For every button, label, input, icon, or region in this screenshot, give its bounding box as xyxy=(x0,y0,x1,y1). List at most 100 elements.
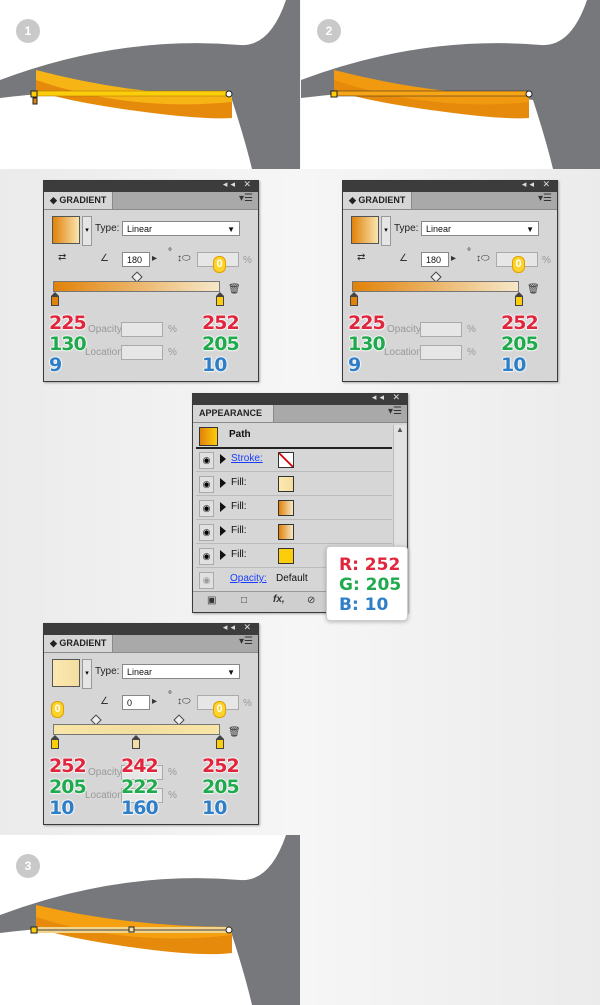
angle-field[interactable]: 180 xyxy=(122,252,150,267)
location-field[interactable] xyxy=(420,345,462,360)
list-item[interactable]: ◉ Fill: xyxy=(196,473,392,496)
stop-2-green-value: 205 xyxy=(202,333,241,356)
swatch-dropdown[interactable]: ▾ xyxy=(381,216,391,246)
step-number-badge: 1 xyxy=(16,19,40,43)
list-item[interactable]: ◉ Stroke: xyxy=(196,449,392,472)
expand-arrow-icon[interactable] xyxy=(220,478,226,488)
eye-icon[interactable]: ◉ xyxy=(199,476,214,493)
gradient-panel: ◂◂ ✕ ◆ GRADIENT ▾☰ ▾ Type: Linear ▼ 0 ∠ 0… xyxy=(43,622,259,825)
stroke-label[interactable]: Stroke: xyxy=(231,453,263,464)
angle-field[interactable]: 180 xyxy=(421,252,449,267)
path-header: Path xyxy=(196,425,392,449)
eye-icon[interactable]: ◉ xyxy=(199,452,214,469)
percent-sign: % xyxy=(467,324,476,335)
step-number-badge: 2 xyxy=(317,19,341,43)
panel-titlebar[interactable]: ◂◂ ✕ xyxy=(343,179,557,192)
fill-swatch[interactable] xyxy=(278,500,294,516)
gradient-slider[interactable] xyxy=(352,281,519,292)
fill-label: Fill: xyxy=(231,477,247,488)
path-thumbnail xyxy=(199,427,218,446)
fill-swatch[interactable] xyxy=(278,548,294,564)
gradient-swatch[interactable] xyxy=(351,216,379,244)
panel-titlebar[interactable]: ◂◂ ✕ xyxy=(193,392,407,405)
clear-appearance-icon[interactable]: ⊘ xyxy=(307,595,315,606)
angle-field[interactable]: 0 xyxy=(122,695,150,710)
opacity-link[interactable]: Opacity: xyxy=(230,573,267,584)
tab-gradient[interactable]: ◆ GRADIENT xyxy=(343,192,413,209)
fill-swatch[interactable] xyxy=(278,476,294,492)
stroke-none-swatch[interactable] xyxy=(278,452,294,468)
aspect-ratio-badge: 0 xyxy=(512,256,525,273)
type-select[interactable]: Linear ▼ xyxy=(122,221,240,236)
angle-stepper[interactable]: ▸ xyxy=(152,253,157,264)
gradient-stop-left[interactable] xyxy=(51,292,59,306)
reverse-gradient-icon[interactable]: ⇄ xyxy=(357,252,365,263)
tooltip-red-value: R: 252 xyxy=(338,555,401,576)
angle-stepper[interactable]: ▸ xyxy=(451,253,456,264)
expand-arrow-icon[interactable] xyxy=(220,502,226,512)
add-stroke-icon[interactable]: ▣ xyxy=(207,595,216,606)
fx-icon[interactable]: fx, xyxy=(273,594,285,605)
panel-menu-icon[interactable]: ▾☰ xyxy=(538,193,552,204)
degree-sign: ° xyxy=(467,247,471,258)
gradient-stop-right[interactable] xyxy=(216,735,224,749)
add-fill-icon[interactable]: □ xyxy=(241,595,247,606)
tab-gradient[interactable]: ◆ GRADIENT xyxy=(44,635,114,652)
location-label: Location: xyxy=(384,347,425,358)
gradient-stop-left[interactable] xyxy=(51,735,59,749)
panel-titlebar[interactable]: ◂◂ ✕ xyxy=(44,179,258,192)
degree-sign: ° xyxy=(168,690,172,701)
gradient-stop-middle[interactable] xyxy=(132,735,140,749)
gradient-slider[interactable] xyxy=(53,724,220,735)
fill-swatch[interactable] xyxy=(278,524,294,540)
tab-appearance[interactable]: APPEARANCE xyxy=(193,405,274,422)
gradient-stop-left[interactable] xyxy=(350,292,358,306)
step-3-illustration: 3 xyxy=(0,835,300,1005)
gradient-slider[interactable] xyxy=(53,281,220,292)
stop-1-red-value: 225 xyxy=(348,312,387,335)
eye-icon[interactable]: ◉ xyxy=(199,524,214,541)
gradient-stop-right[interactable] xyxy=(515,292,523,306)
type-select[interactable]: Linear ▼ xyxy=(421,221,539,236)
expand-arrow-icon[interactable] xyxy=(220,526,226,536)
panel-menu-icon[interactable]: ▾☰ xyxy=(239,636,253,647)
aspect-ratio-badge: 0 xyxy=(213,701,226,718)
list-item[interactable]: ◉ Fill: xyxy=(196,521,392,544)
panel-titlebar[interactable]: ◂◂ ✕ xyxy=(44,622,258,635)
list-item[interactable]: ◉ Fill: xyxy=(196,497,392,520)
type-select[interactable]: Linear ▼ xyxy=(122,664,240,679)
gradient-stop-right[interactable] xyxy=(216,292,224,306)
gradient-panel: ◂◂ ✕ ◆ GRADIENT ▾☰ ▾ Type: Linear ▼ ⇄ ∠ 1… xyxy=(342,179,558,382)
opacity-field[interactable] xyxy=(420,322,462,337)
fill-label: Fill: xyxy=(231,525,247,536)
percent-sign: % xyxy=(168,767,177,778)
location-label: Location: xyxy=(85,347,126,358)
shape-artwork xyxy=(301,0,600,169)
gradient-swatch[interactable] xyxy=(52,216,80,244)
reverse-gradient-icon[interactable]: ⇄ xyxy=(58,252,66,263)
gradient-swatch[interactable] xyxy=(52,659,80,687)
tab-gradient[interactable]: ◆ GRADIENT xyxy=(44,192,114,209)
eye-icon[interactable]: ◉ xyxy=(199,548,214,565)
tooltip-blue-value: B: 10 xyxy=(338,595,389,616)
swatch-dropdown[interactable]: ▾ xyxy=(82,659,92,689)
location-field[interactable] xyxy=(121,345,163,360)
swatch-dropdown[interactable]: ▾ xyxy=(82,216,92,246)
panel-menu-icon[interactable]: ▾☰ xyxy=(388,406,402,417)
angle-stepper[interactable]: ▸ xyxy=(152,696,157,707)
expand-arrow-icon[interactable] xyxy=(220,550,226,560)
eye-icon[interactable]: ◉ xyxy=(199,572,214,589)
stop-1-blue-value: 9 xyxy=(347,354,361,377)
stop-2-blue-value: 10 xyxy=(500,354,526,377)
stop-1-blue-value: 10 xyxy=(48,797,74,820)
delete-stop-icon[interactable]: 🗑 xyxy=(527,284,540,295)
expand-arrow-icon[interactable] xyxy=(220,454,226,464)
stop-3-blue-value: 10 xyxy=(201,797,227,820)
eye-icon[interactable]: ◉ xyxy=(199,500,214,517)
stop-1-green-value: 130 xyxy=(49,333,88,356)
stop-2-green-value: 205 xyxy=(501,333,540,356)
delete-stop-icon[interactable]: 🗑 xyxy=(228,727,241,738)
delete-stop-icon[interactable]: 🗑 xyxy=(228,284,241,295)
opacity-field[interactable] xyxy=(121,322,163,337)
panel-menu-icon[interactable]: ▾☰ xyxy=(239,193,253,204)
